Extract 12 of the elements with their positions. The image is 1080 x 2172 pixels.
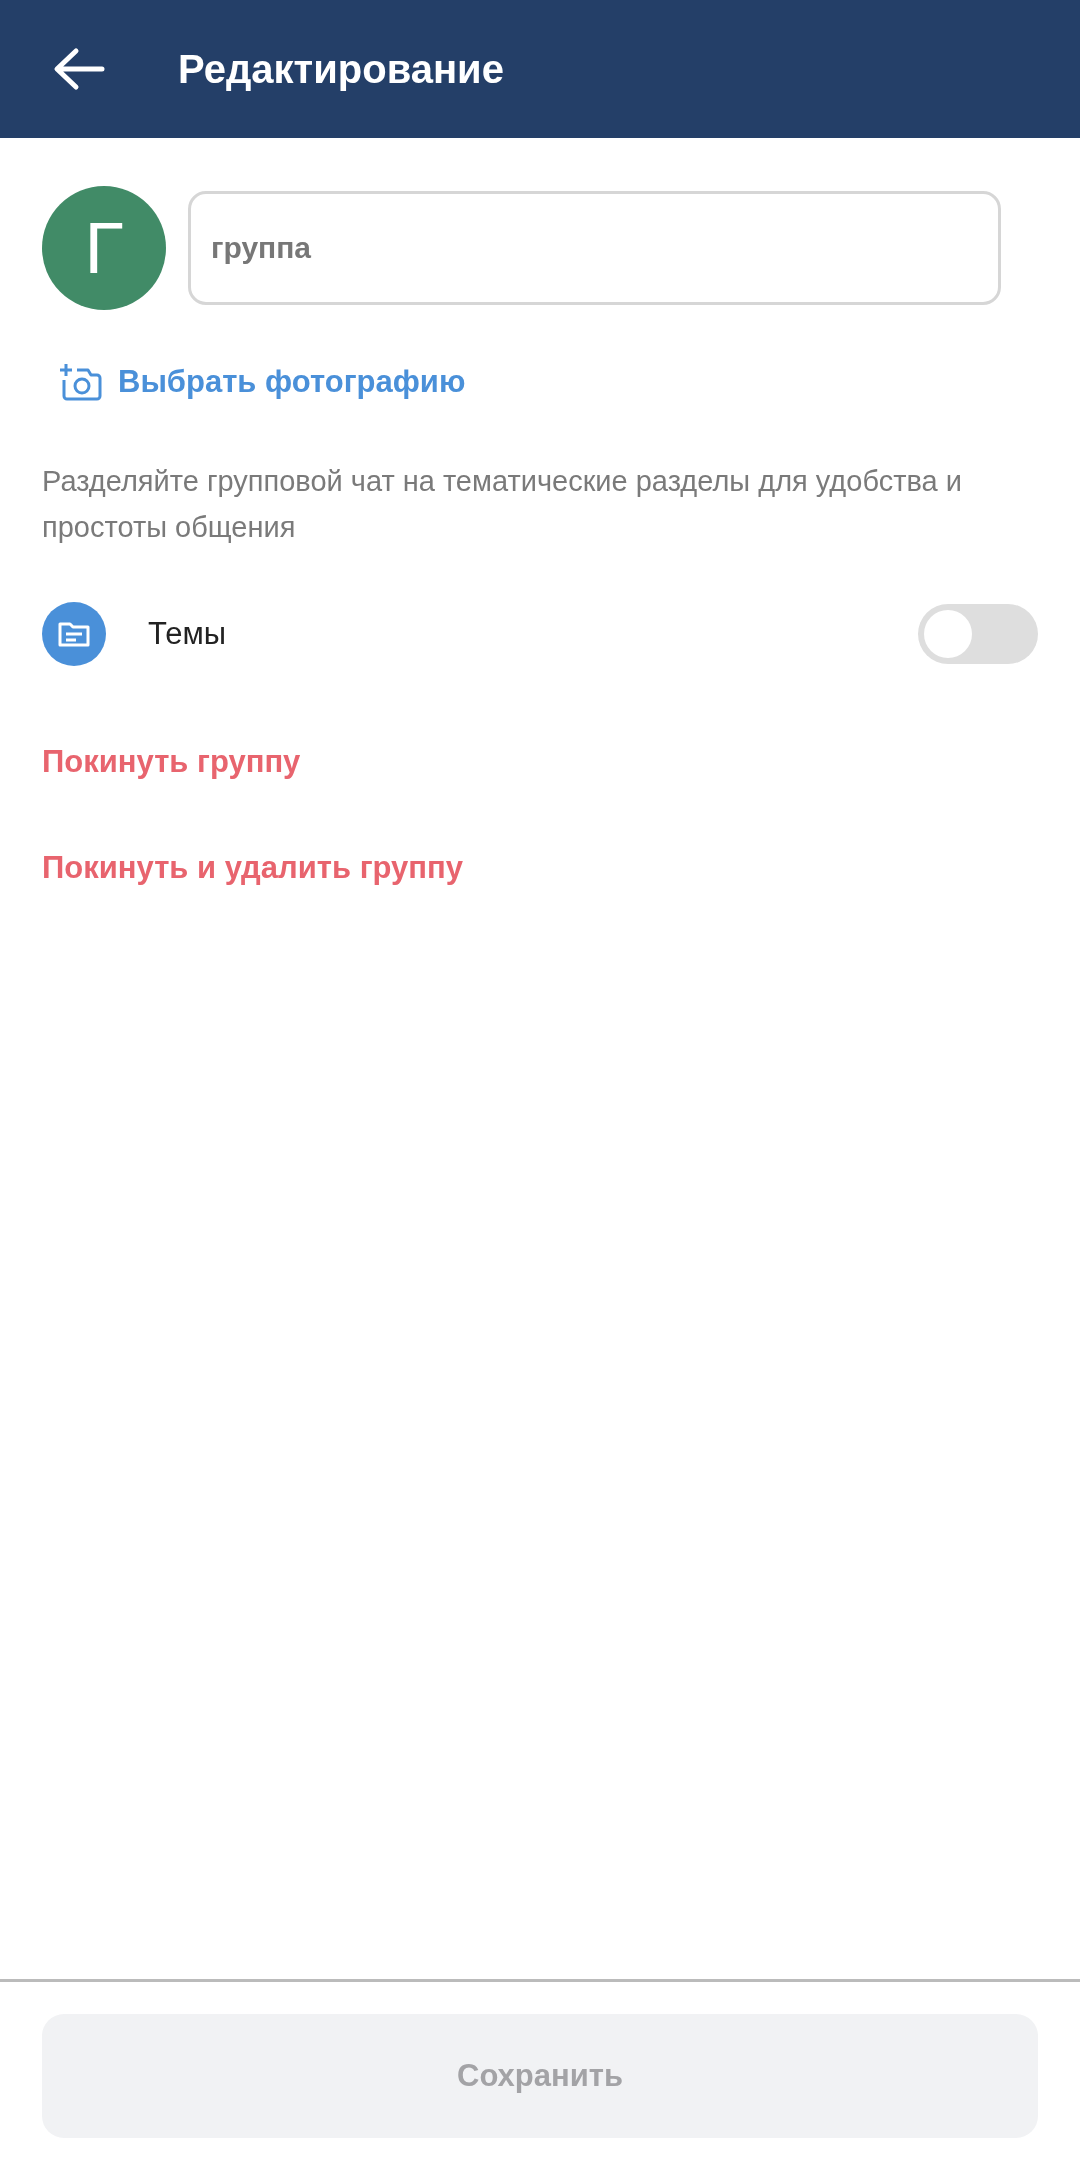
add-camera-icon[interactable] bbox=[60, 362, 102, 402]
back-icon[interactable] bbox=[52, 47, 106, 91]
choose-photo-link[interactable]: Выбрать фотографию bbox=[118, 364, 466, 400]
screen-title: Редактирование bbox=[178, 46, 504, 92]
description-text: Разделяйте групповой чат на тематические разделы для удобства и простоты общения bbox=[42, 464, 963, 545]
topics-label: Темы bbox=[148, 616, 228, 652]
group-avatar: Г bbox=[42, 186, 166, 310]
topics-toggle[interactable] bbox=[918, 604, 1038, 664]
folder-icon bbox=[42, 602, 106, 666]
leave-group-link[interactable]: Покинуть группу bbox=[42, 744, 301, 780]
leave-delete-group-link[interactable]: Покинуть и удалить группу bbox=[42, 850, 463, 886]
group-name-field[interactable]: группа bbox=[188, 191, 1001, 305]
